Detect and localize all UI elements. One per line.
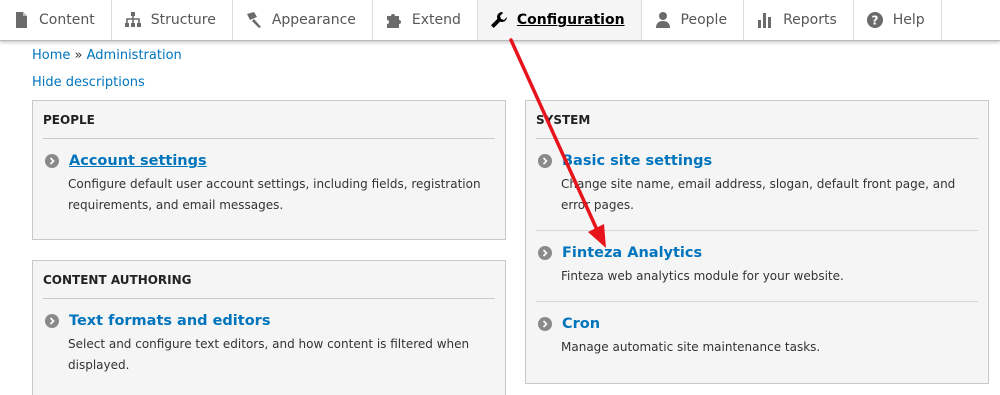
item-description: Change site name, email address, slogan,… (561, 177, 956, 212)
puzzle-icon (385, 11, 403, 29)
admin-toolbar: Content Structure Appearance Extend Conf… (0, 0, 1000, 41)
paint-brush-icon (245, 11, 263, 29)
tab-appearance-label: Appearance (271, 12, 356, 28)
sitemap-icon (124, 11, 142, 29)
file-icon (12, 11, 30, 29)
list-item: Cron Manage automatic site maintenance t… (536, 301, 978, 358)
tab-reports[interactable]: Reports (744, 0, 854, 40)
breadcrumb-home-link[interactable]: Home (32, 48, 70, 63)
tab-help[interactable]: ? Help (854, 0, 942, 40)
tab-extend-label: Extend (411, 12, 461, 28)
item-description: Finteza web analytics module for your we… (561, 269, 844, 283)
panel-title: System (536, 101, 978, 139)
breadcrumb-separator: » (74, 48, 83, 63)
person-icon (654, 11, 672, 29)
item-description: Manage automatic site maintenance tasks. (561, 340, 821, 354)
svg-text:?: ? (871, 14, 878, 28)
account-settings-link[interactable]: Account settings (69, 153, 207, 169)
chevron-right-icon (538, 246, 552, 260)
basic-site-settings-link[interactable]: Basic site settings (562, 153, 712, 169)
finteza-analytics-link[interactable]: Finteza Analytics (562, 245, 702, 261)
breadcrumb: Home » Administration (32, 48, 182, 63)
tab-configuration[interactable]: Configuration (477, 0, 642, 40)
hide-descriptions-link[interactable]: Hide descriptions (32, 75, 145, 90)
panel-people: People Account settings Configure defaul… (32, 100, 506, 240)
text-formats-link[interactable]: Text formats and editors (69, 313, 270, 329)
list-item: Finteza Analytics Finteza web analytics … (536, 230, 978, 287)
tab-appearance[interactable]: Appearance (233, 0, 373, 40)
tab-reports-label: Reports (783, 12, 837, 28)
chevron-right-icon (45, 154, 59, 168)
tab-content-label: Content (39, 12, 95, 28)
question-icon: ? (866, 11, 884, 29)
breadcrumb-administration-link[interactable]: Administration (87, 48, 182, 63)
tab-people-label: People (680, 12, 728, 28)
tab-structure[interactable]: Structure (112, 0, 233, 40)
wrench-icon (490, 11, 508, 29)
panel-system: System Basic site settings Change site n… (525, 100, 989, 384)
panel-title: Content authoring (43, 261, 495, 299)
panel-content-authoring: Content authoring Text formats and edito… (32, 260, 506, 395)
chevron-right-icon (538, 154, 552, 168)
list-item: Account settings Configure default user … (43, 139, 495, 216)
bar-chart-icon (756, 11, 774, 29)
panel-title: People (43, 101, 495, 139)
item-description: Select and configure text editors, and h… (68, 337, 470, 372)
chevron-right-icon (538, 317, 552, 331)
tab-extend[interactable]: Extend (373, 0, 478, 40)
cron-link[interactable]: Cron (562, 316, 600, 332)
tab-content[interactable]: Content (0, 0, 112, 40)
tab-configuration-label: Configuration (516, 12, 625, 28)
tab-help-label: Help (892, 12, 925, 28)
tab-people[interactable]: People (642, 0, 745, 40)
chevron-right-icon (45, 314, 59, 328)
list-item: Basic site settings Change site name, em… (536, 139, 978, 216)
list-item: Text formats and editors Select and conf… (43, 299, 495, 376)
tab-structure-label: Structure (150, 12, 216, 28)
item-description: Configure default user account settings,… (68, 177, 481, 212)
